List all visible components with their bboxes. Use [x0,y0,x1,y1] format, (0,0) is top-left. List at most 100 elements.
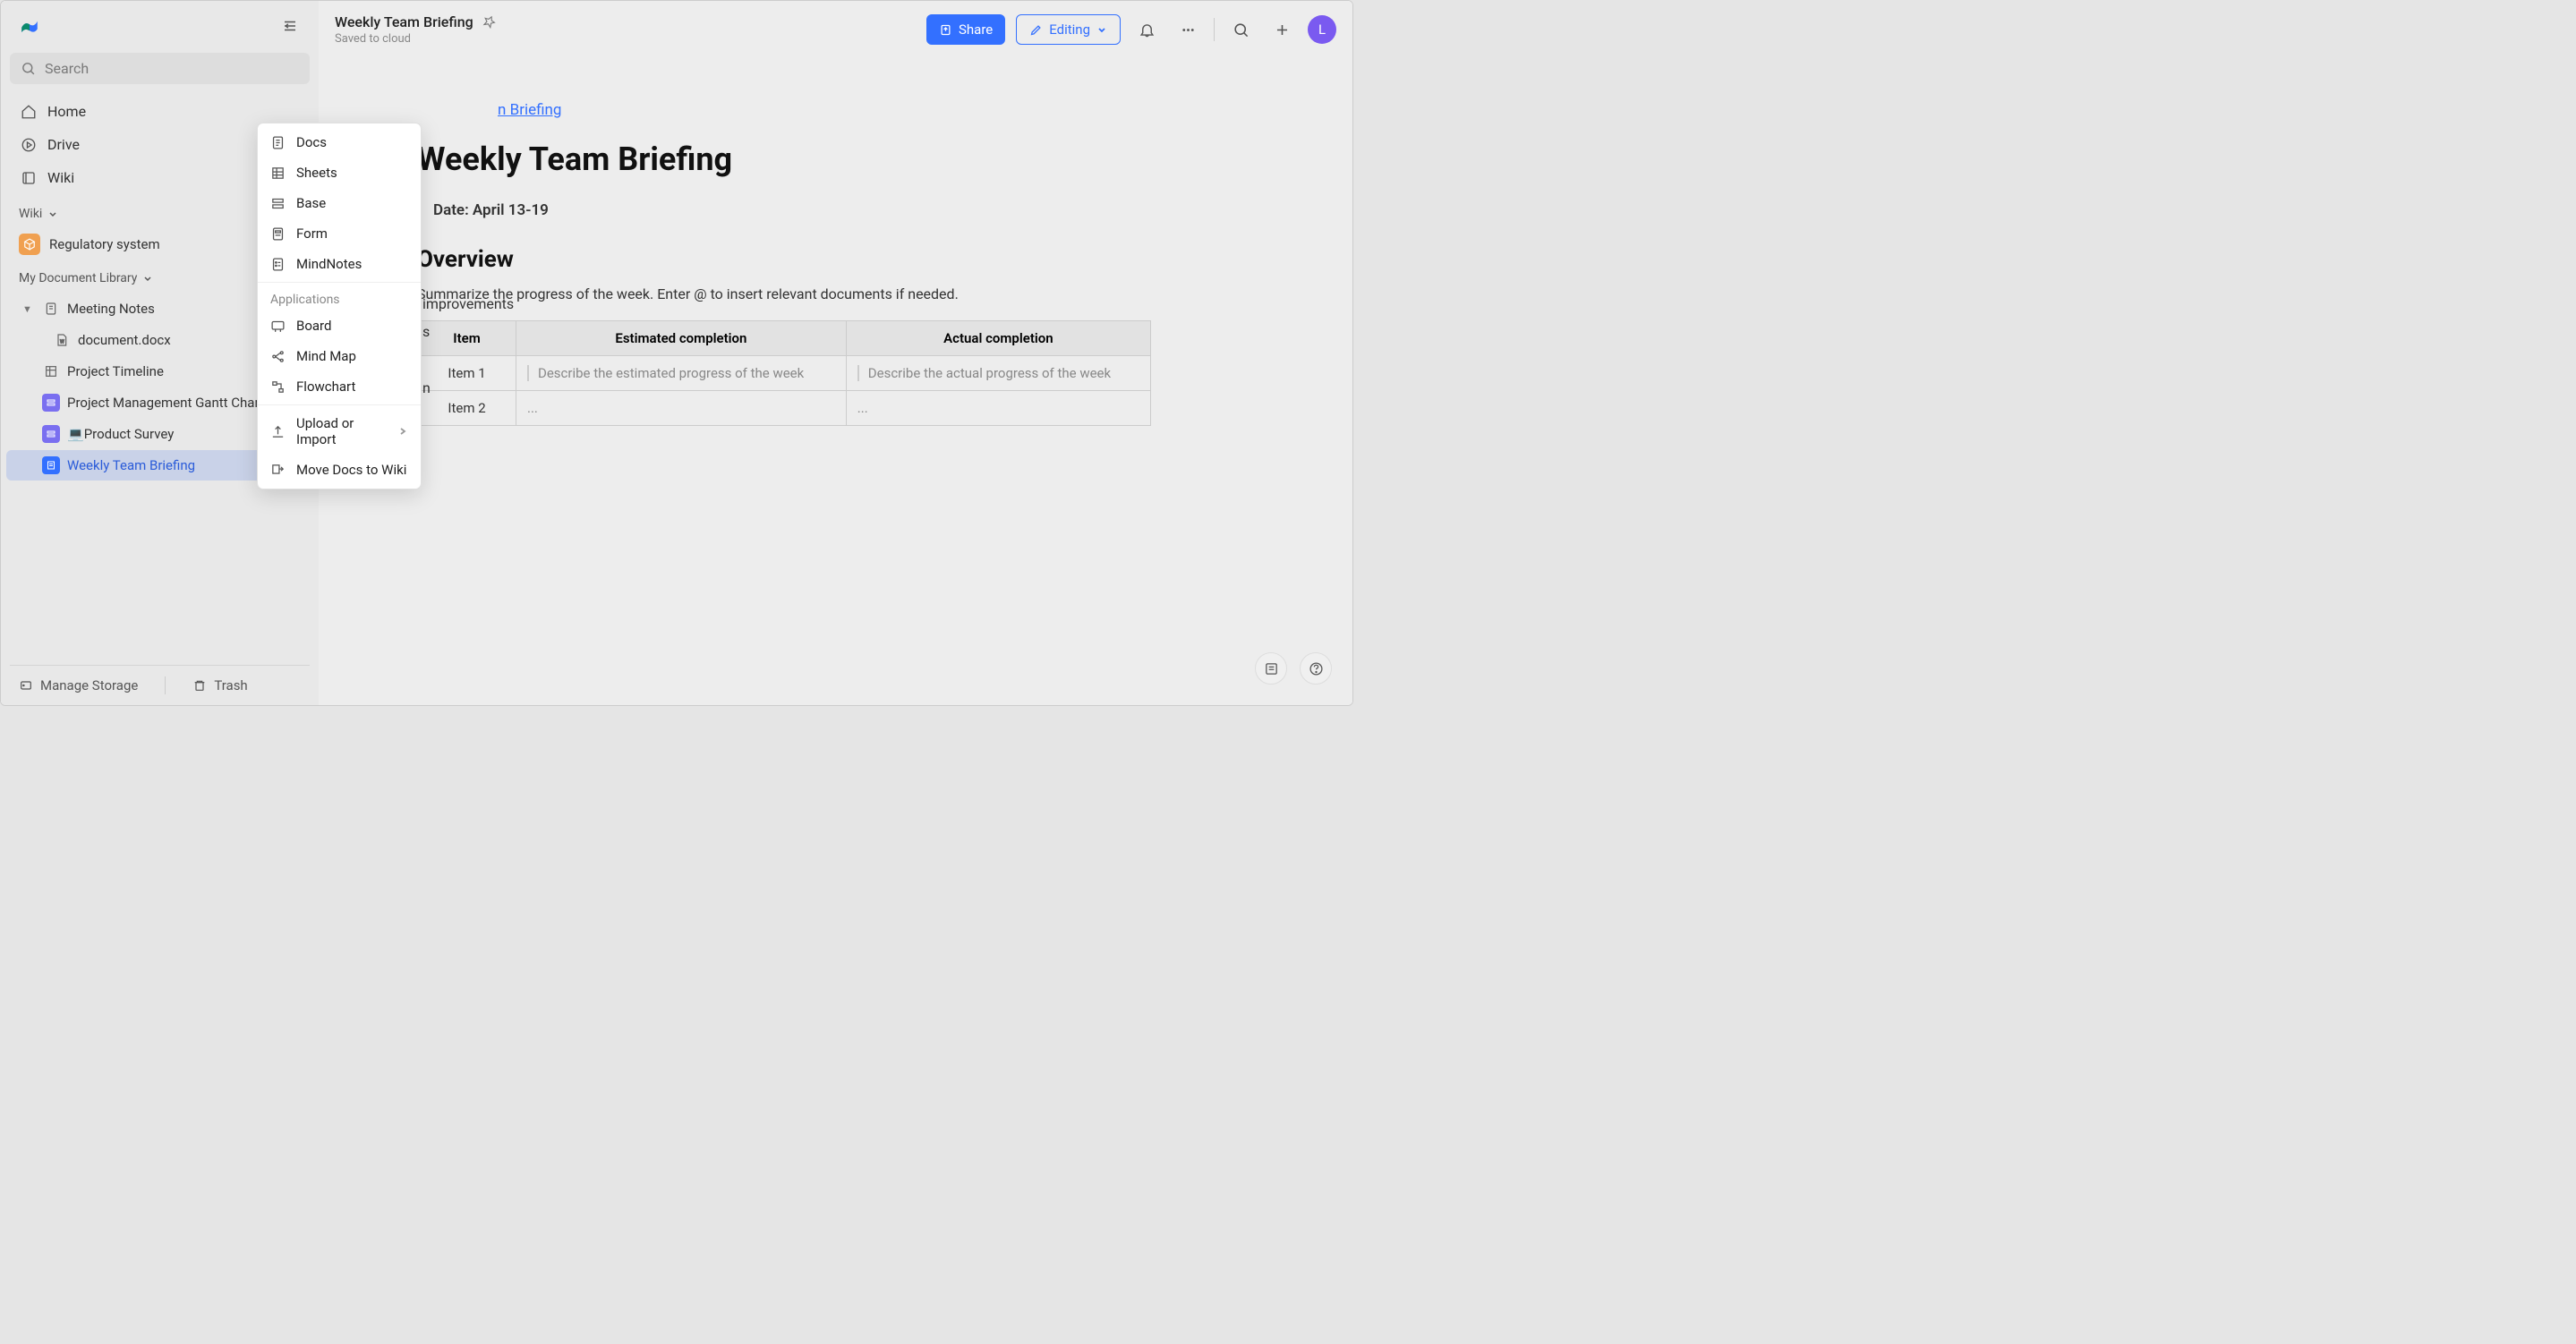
drive-icon [21,137,37,153]
table-cell[interactable]: Item 2 [418,391,516,426]
table-header: Estimated completion [516,321,847,356]
main-area: Weekly Team Briefing Saved to cloud Shar… [319,1,1352,705]
doc-title: Weekly Team Briefing [335,13,473,30]
table-cell[interactable]: ... [846,391,1150,426]
menu-label: MindNotes [296,256,362,272]
search-button[interactable] [1225,14,1256,45]
menu-sheets[interactable]: Sheets [258,157,421,188]
mindmap-icon [270,349,286,364]
expand-arrow[interactable]: ▼ [22,303,35,315]
menu-label: Flowchart [296,379,355,395]
menu-flowchart[interactable]: Flowchart [258,371,421,402]
menu-label: Docs [296,134,327,150]
storage-icon [19,678,33,693]
tree-label: Project Management Gantt Chart [67,395,264,411]
editing-mode-button[interactable]: Editing [1016,14,1121,45]
table-cell[interactable]: ... [516,391,847,426]
menu-docs[interactable]: Docs [258,127,421,157]
chevron-down-icon [47,208,58,219]
table-cell[interactable]: Describe the estimated progress of the w… [516,356,847,391]
pin-icon[interactable] [482,15,496,29]
help-icon [1309,661,1324,676]
flowchart-icon [270,379,286,395]
divider [165,676,166,694]
wiki-icon [21,170,37,186]
base-icon [42,425,60,443]
share-button[interactable]: Share [926,14,1005,45]
manage-storage-label: Manage Storage [40,677,138,693]
menu-base[interactable]: Base [258,188,421,218]
menu-mindnotes[interactable]: MindNotes [258,249,421,279]
doc-icon [270,135,286,150]
cube-icon [19,234,40,255]
editing-label: Editing [1049,21,1090,38]
regulatory-label: Regulatory system [49,236,160,252]
trash-label: Trash [214,677,247,693]
menu-label: Board [296,318,331,334]
bell-icon [1139,21,1156,38]
topbar: Weekly Team Briefing Saved to cloud Shar… [319,1,1352,58]
menu-upload[interactable]: Upload or Import [258,408,421,455]
menu-label: Base [296,195,326,211]
partial-text: improvements [422,295,514,312]
reference-link[interactable]: n Briefing [498,101,561,119]
table-header: Item [418,321,516,356]
create-menu: Docs Sheets Base Form MindNotes Applicat… [257,123,422,489]
toc-button[interactable] [1255,652,1287,685]
chevron-down-icon [1096,24,1107,35]
user-avatar[interactable]: L [1308,15,1336,44]
manage-storage-button[interactable]: Manage Storage [19,677,138,693]
search-placeholder: Search [45,60,89,77]
app-logo [17,13,42,38]
divider [1214,18,1215,41]
menu-mindmap[interactable]: Mind Map [258,341,421,371]
partial-text: s [422,323,430,340]
page-title: Weekly Team Briefing [417,140,1151,178]
library-section-label: My Document Library [19,271,137,285]
search-icon [21,61,36,76]
menu-label: Upload or Import [296,415,387,447]
plus-icon [1274,21,1291,38]
new-button[interactable] [1267,14,1297,45]
trash-button[interactable]: Trash [192,677,247,693]
overview-heading: Overview [417,246,1151,273]
menu-form[interactable]: Form [258,218,421,249]
pencil-icon [1029,23,1043,37]
tree-label: Weekly Team Briefing [67,457,195,473]
grid-icon [42,362,60,380]
dots-icon [1180,21,1197,38]
help-button[interactable] [1300,652,1332,685]
table-cell[interactable]: Item 1 [418,356,516,391]
menu-label: Form [296,225,328,242]
document-content[interactable]: n Briefing Weekly Team Briefing Date: Ap… [319,58,1352,705]
sheets-icon [270,166,286,181]
menu-label: Move Docs to Wiki [296,462,406,478]
tree-label: 💻Product Survey [67,426,174,442]
nav-wiki-label: Wiki [47,169,74,186]
search-icon [1233,21,1250,38]
board-icon [270,319,286,334]
avatar-initial: L [1318,21,1326,38]
menu-section-label: Applications [258,285,421,310]
partial-text: n [422,379,431,396]
doc-icon [42,456,60,474]
home-icon [21,104,37,120]
more-button[interactable] [1173,14,1203,45]
trash-icon [192,678,207,693]
menu-move-to-wiki[interactable]: Move Docs to Wiki [258,455,421,485]
menu-board[interactable]: Board [258,310,421,341]
collapse-sidebar-button[interactable] [277,13,303,38]
mindnotes-icon [270,257,286,272]
tree-label: document.docx [78,332,171,348]
menu-label: Mind Map [296,348,356,364]
chevron-right-icon [397,426,408,437]
tree-label: Meeting Notes [67,301,155,317]
move-icon [270,463,286,478]
upload-icon [270,424,286,439]
table-cell[interactable]: Describe the actual progress of the week [846,356,1150,391]
base-icon [270,196,286,211]
search-input[interactable]: Search [10,53,310,84]
word-icon: W [53,331,71,349]
notifications-button[interactable] [1131,14,1162,45]
tree-label: Project Timeline [67,363,164,379]
